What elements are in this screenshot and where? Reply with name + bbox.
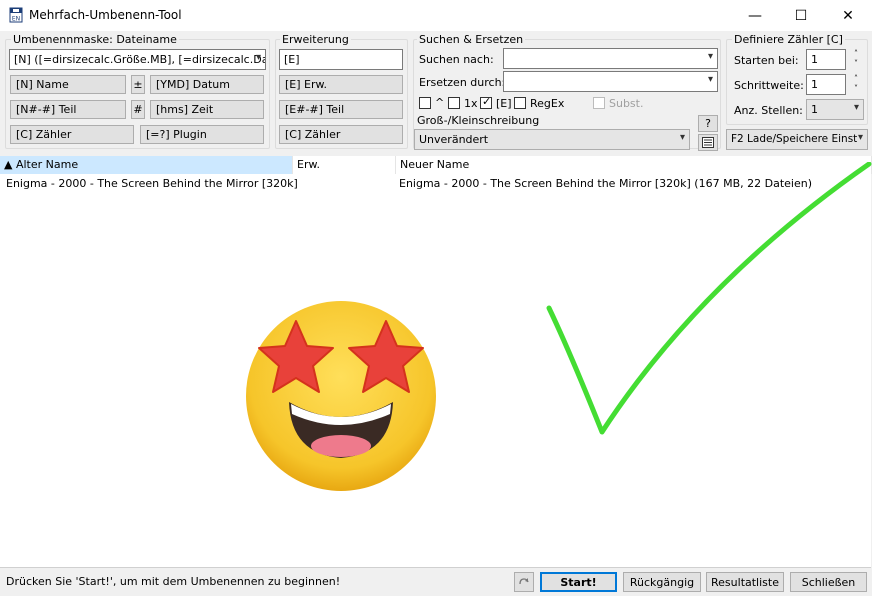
zaehler-button[interactable]: [C] Zähler (10, 125, 134, 144)
counter-legend: Definiere Zähler [C] (732, 33, 845, 46)
chevron-down-icon: ▾ (255, 52, 261, 63)
chevron-down-icon: ▾ (853, 102, 859, 113)
load-save-button[interactable]: F2 Lade/Speichere Einst ▾ (726, 129, 868, 150)
chevron-down-icon: ▾ (679, 132, 685, 143)
window-title: Mehrfach-Umbenenn-Tool (29, 8, 182, 22)
plusminus-button[interactable]: ± (131, 75, 145, 94)
step-spinner[interactable]: ˄ ˅ (850, 74, 862, 94)
caret-checkbox[interactable] (419, 97, 431, 109)
maximize-button[interactable]: ☐ (778, 0, 824, 31)
start-button[interactable]: Start! (540, 572, 617, 592)
maximize-icon: ☐ (794, 7, 808, 24)
search-legend: Suchen & Ersetzen (417, 33, 526, 46)
ext-checkbox[interactable] (480, 95, 492, 109)
start-spinner[interactable]: ˄ ˅ (850, 49, 862, 69)
replace-label: Ersetzen durch: (419, 76, 506, 89)
refresh-icon (519, 578, 529, 585)
list-icon (702, 137, 714, 148)
status-text: Drücken Sie 'Start!', um mit dem Umbenen… (6, 575, 341, 588)
datum-button[interactable]: [YMD] Datum (150, 75, 264, 94)
subst-checkbox[interactable] (593, 97, 605, 109)
step-input[interactable]: 1 (806, 74, 846, 95)
mask-legend: Umbenennmaske: Dateiname (11, 33, 179, 46)
refresh-button[interactable] (514, 572, 534, 592)
chevron-down-icon: ▾ (857, 132, 863, 143)
column-header-old-name[interactable]: ▲ Alter Name (0, 156, 293, 174)
minimize-button[interactable]: — (732, 0, 778, 31)
green-checkmark-icon (546, 162, 872, 435)
results-button[interactable]: Resultatliste (706, 572, 784, 592)
minimize-icon: — (748, 7, 762, 24)
ext-label: [E] (496, 97, 512, 110)
search-input[interactable]: ▾ (503, 48, 718, 69)
subst-label: Subst. (609, 97, 644, 110)
regex-checkbox[interactable] (514, 97, 526, 109)
case-select[interactable]: Unverändert ▾ (414, 129, 690, 150)
file-list[interactable]: Enigma - 2000 - The Screen Behind the Mi… (0, 162, 872, 568)
zeit-button[interactable]: [hms] Zeit (150, 100, 264, 119)
replace-input[interactable]: ▾ (503, 71, 718, 92)
title-bar: EN Mehrfach-Umbenenn-Tool — ☐ ✕ (0, 0, 872, 31)
regex-label: RegEx (530, 97, 565, 110)
hash-button[interactable]: # (131, 100, 145, 119)
extension-legend: Erweiterung (280, 33, 351, 46)
svg-text:EN: EN (12, 16, 20, 23)
undo-button[interactable]: Rückgängig (623, 572, 701, 592)
once-label: 1x (464, 97, 478, 110)
app-icon: EN (9, 7, 23, 23)
digits-label: Anz. Stellen: (734, 104, 803, 117)
close-window-button[interactable]: ✕ (825, 0, 871, 31)
case-legend: Groß-/Kleinschreibung (415, 114, 542, 127)
close-button[interactable]: Schließen (790, 572, 867, 592)
row-old-name[interactable]: Enigma - 2000 - The Screen Behind the Mi… (6, 177, 298, 190)
ext-zaehler-button[interactable]: [C] Zähler (279, 125, 403, 144)
name-button[interactable]: [N] Name (10, 75, 126, 94)
file-list-button[interactable] (698, 134, 718, 151)
start-label: Starten bei: (734, 54, 799, 67)
mask-input[interactable]: [N] ([=dirsizecalc.Größe.MB], [=dirsizec… (9, 49, 266, 70)
chevron-down-icon: ▾ (707, 51, 713, 62)
column-header-ext[interactable]: Erw. (293, 156, 396, 174)
teil-button[interactable]: [N#-#] Teil (10, 100, 126, 119)
extension-input[interactable]: [E] (279, 49, 403, 70)
star-struck-emoji-icon (246, 301, 436, 491)
start-input[interactable]: 1 (806, 49, 846, 70)
close-icon: ✕ (842, 7, 854, 24)
ext-teil-button[interactable]: [E#-#] Teil (279, 100, 403, 119)
sort-up-icon: ▲ (4, 158, 13, 171)
erw-button[interactable]: [E] Erw. (279, 75, 403, 94)
search-label: Suchen nach: (419, 53, 494, 66)
plugin-button[interactable]: [=?] Plugin (140, 125, 264, 144)
chevron-down-icon: ▾ (707, 74, 713, 85)
digits-select[interactable]: 1 ▾ (806, 99, 864, 120)
once-checkbox[interactable] (448, 97, 460, 109)
step-label: Schrittweite: (734, 79, 804, 92)
help-button[interactable]: ? (698, 115, 718, 132)
caret-label: ^ (435, 96, 445, 109)
